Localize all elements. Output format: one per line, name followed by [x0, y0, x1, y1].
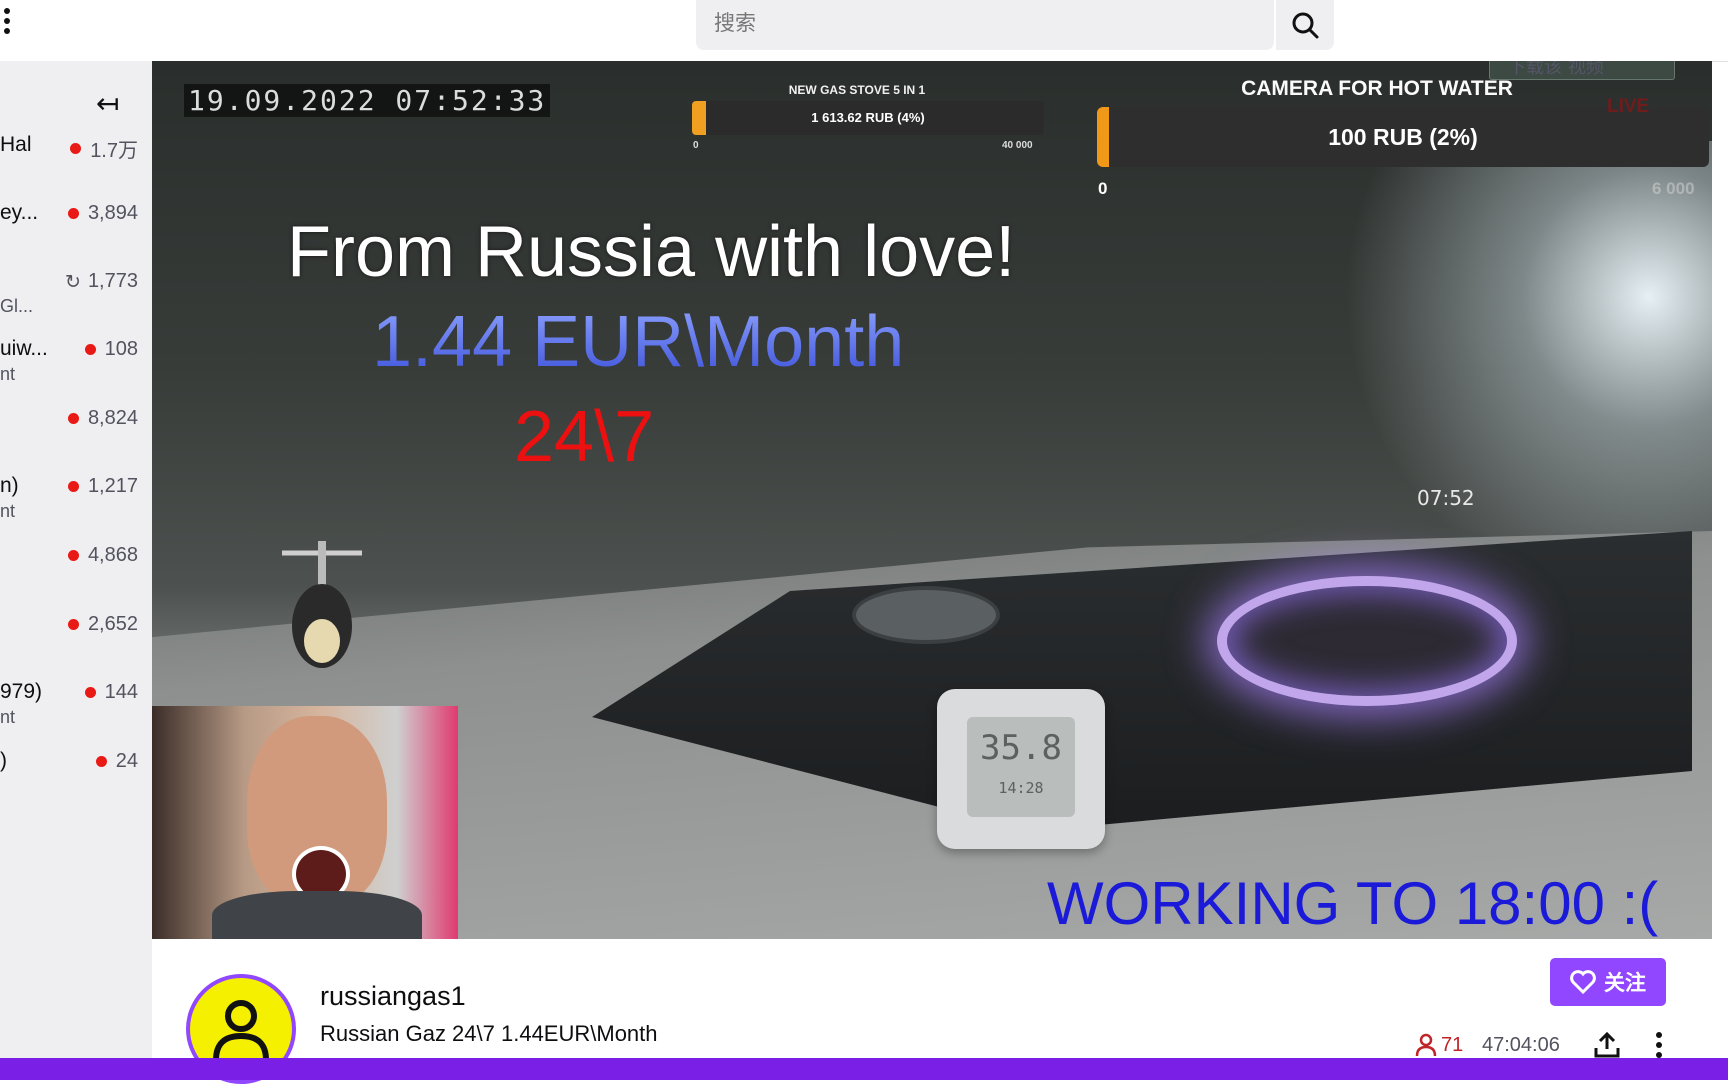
sidebar-channel-name: n) — [0, 474, 19, 497]
sidebar-channel[interactable]: Gl... ↻ 1,773 — [0, 269, 152, 329]
thermometer-sub: 14:28 — [998, 779, 1044, 797]
sidebar-viewer-count: 8,824 — [67, 407, 138, 430]
goal-stove-bar: 1 613.62 RUB (4%) — [692, 101, 1044, 135]
sidebar-viewer-count: 108 — [84, 338, 138, 361]
bottom-accent-strip — [0, 1058, 1728, 1080]
sidebar-channel-name: ) — [0, 749, 7, 772]
stream-uptime: 47:04:06 — [1482, 1034, 1560, 1056]
top-bar — [0, 0, 1728, 62]
overlay-price: 1.44 EUR\Month — [372, 302, 905, 382]
person-icon — [1415, 1033, 1437, 1057]
sidebar-channel-subtitle: nt — [0, 707, 16, 727]
collapse-sidebar-icon[interactable]: ↤ — [96, 87, 119, 120]
goal-camera-min: 0 — [1098, 179, 1108, 198]
sidebar-viewer-number: 4,868 — [87, 544, 138, 566]
goal-stove-min: 0 — [693, 140, 699, 151]
thermometer: 35.8 14:28 — [937, 689, 1105, 849]
sidebar-channel-name: ey... — [0, 201, 39, 224]
thermometer-display: 35.8 14:28 — [967, 717, 1075, 817]
live-dot-icon — [67, 550, 79, 561]
live-dot-icon — [84, 344, 96, 355]
goal-stove-text: 1 613.62 RUB (4%) — [811, 110, 925, 125]
overlay-hours: 24\7 — [514, 397, 655, 477]
sidebar-channel[interactable]: uiw... nt 108 — [0, 337, 152, 397]
thermometer-temp: 35.8 — [980, 728, 1062, 768]
share-icon[interactable] — [1592, 1030, 1622, 1060]
sidebar-channel[interactable]: ) 24 — [0, 749, 152, 809]
overlay-headline: From Russia with love! — [287, 212, 1016, 292]
toy-figure — [282, 541, 362, 668]
sidebar-channel[interactable]: 8,824 — [0, 406, 152, 466]
sidebar-viewer-count: 144 — [84, 681, 138, 704]
sidebar-viewer-count: 1,217 — [67, 475, 138, 498]
sidebar-channel-subtitle: Gl... — [0, 296, 34, 316]
live-dot-icon — [67, 413, 79, 424]
live-tag: LIVE — [1607, 96, 1650, 117]
heart-icon — [1570, 970, 1596, 994]
follow-label: 关注 — [1604, 971, 1646, 995]
sidebar-viewer-number: 1.7万 — [90, 140, 138, 162]
sidebar-channel[interactable]: 979) nt 144 — [0, 680, 152, 740]
sidebar-viewer-number: 8,824 — [87, 407, 138, 429]
sidebar-viewer-number: 24 — [115, 750, 138, 772]
webcam-overlay — [152, 706, 458, 939]
sidebar-channel[interactable]: n) nt 1,217 — [0, 474, 152, 534]
live-dot-icon — [67, 481, 79, 492]
search-input[interactable] — [696, 0, 1306, 46]
sidebar-channel[interactable]: ey... 3,894 — [0, 201, 152, 261]
sidebar-viewer-number: 3,894 — [87, 202, 138, 224]
sidebar-viewer-number: 108 — [104, 338, 138, 360]
download-video-overlay[interactable]: 下载该 视频 — [1489, 61, 1675, 80]
goal-stove-title: NEW GAS STOVE 5 IN 1 — [788, 83, 926, 97]
camera-timestamp: 19.09.2022 07:52:33 — [184, 84, 551, 117]
sidebar-channel-name: 979) — [0, 680, 43, 703]
goal-stove-max: 40 000 — [1002, 140, 1033, 151]
search-button[interactable] — [1276, 0, 1334, 50]
more-menu-icon[interactable] — [0, 8, 14, 38]
sidebar-viewer-count: 24 — [95, 750, 138, 773]
followed-channels-sidebar: ↤ Hal 1.7万 ey... 3,894 Gl... ↻ 1,773 uiw... nt 10… — [0, 61, 152, 1058]
sidebar-viewer-count: 2,652 — [67, 613, 138, 636]
rerun-icon: ↻ — [65, 270, 81, 293]
overlay-working-hours: WORKING TO 18:00 :( — [1047, 870, 1659, 937]
sidebar-viewer-number: 1,773 — [87, 270, 138, 292]
sidebar-channel-name: uiw... — [0, 337, 48, 360]
sidebar-channel-subtitle: nt — [0, 501, 16, 521]
sidebar-viewer-number: 1,217 — [87, 475, 138, 497]
sidebar-viewer-count: 4,868 — [67, 544, 138, 567]
stream-title: Russian Gaz 24\7 1.44EUR\Month — [320, 1021, 658, 1046]
sidebar-viewer-count: 3,894 — [67, 202, 138, 225]
sidebar-channel[interactable]: 2,652 — [0, 612, 152, 672]
streamer-name[interactable]: russiangas1 — [320, 981, 466, 1012]
live-dot-icon — [95, 756, 107, 767]
sidebar-viewer-count: 1.7万 — [70, 134, 138, 163]
streamer-shirt — [212, 891, 422, 939]
viewer-count: 71 — [1415, 1033, 1463, 1057]
sidebar-viewer-number: 144 — [104, 681, 138, 703]
search-box — [696, 0, 1306, 50]
video-player[interactable]: 07:52 35.8 14:28 19.09.2022 07:52:33 NEW… — [152, 61, 1712, 939]
live-dot-icon — [84, 687, 96, 698]
live-dot-icon — [67, 208, 79, 219]
live-dot-icon — [67, 619, 79, 630]
follow-button[interactable]: 关注 — [1550, 958, 1666, 1006]
sidebar-channel-name: Hal — [0, 133, 32, 156]
viewer-number: 71 — [1441, 1033, 1464, 1056]
burner-flame — [1217, 576, 1517, 706]
sidebar-channel[interactable]: Hal 1.7万 — [0, 133, 152, 193]
burner-off — [852, 586, 1000, 644]
goal-camera-max: 6 000 — [1652, 179, 1695, 198]
stream-info-bar: russiangas1 Russian Gaz 24\7 1.44EUR\Mon… — [152, 939, 1712, 1084]
sidebar-channel[interactable]: 4,868 — [0, 543, 152, 603]
sidebar-viewer-count: ↻ 1,773 — [65, 270, 138, 293]
sidebar-viewer-number: 2,652 — [87, 613, 138, 635]
user-silhouette-icon — [213, 1000, 269, 1061]
stove-clock: 07:52 — [1417, 486, 1475, 510]
live-dot-icon — [70, 143, 82, 154]
more-options-icon[interactable] — [1652, 1030, 1666, 1060]
search-icon — [1292, 12, 1319, 39]
sidebar-channel-subtitle: nt — [0, 364, 16, 384]
